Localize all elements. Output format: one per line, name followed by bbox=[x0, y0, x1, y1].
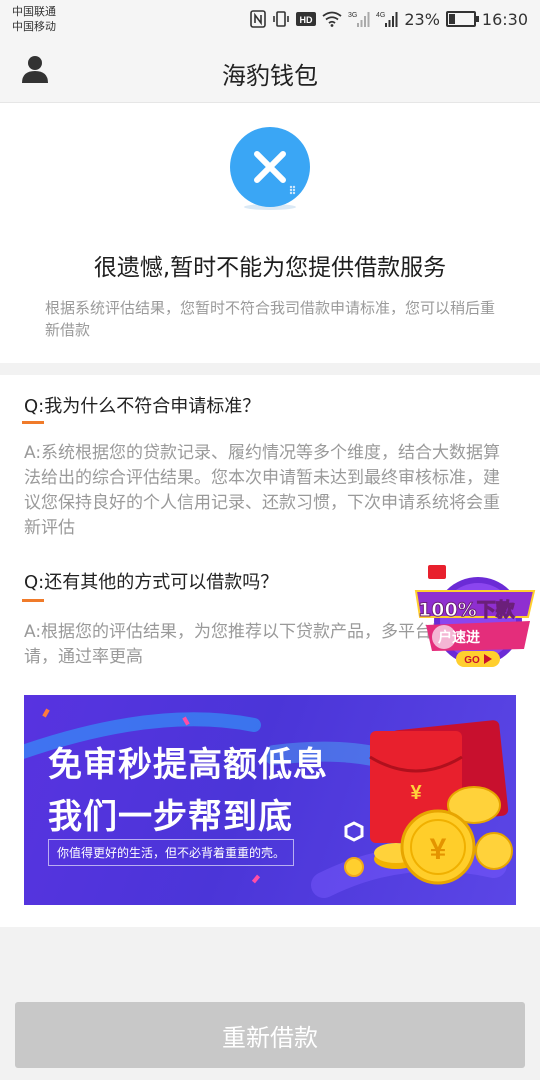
banner-tagline: 你值得更好的生活，但不必背着重重的壳。 bbox=[48, 839, 295, 866]
status-icons: HD 3G 4G 23% 16:30 bbox=[250, 8, 528, 30]
faq-answer-1: A:系统根据您的贷款记录、履约情况等多个维度，结合大数据算法给出的综合评估结果。… bbox=[24, 443, 501, 538]
status-bar: 中国联通 中国移动 HD 3G 4G 23% 16:30 bbox=[0, 0, 540, 40]
badge-headline: 100%下款 bbox=[418, 599, 516, 622]
coin-currency: ¥ bbox=[430, 833, 447, 866]
battery-percent: 23% bbox=[404, 9, 440, 29]
hd-icon: HD bbox=[296, 11, 317, 27]
wifi-icon bbox=[322, 11, 342, 27]
question-accent-bar bbox=[22, 599, 44, 602]
carrier-2: 中国移动 bbox=[12, 20, 56, 33]
app-header: 海豹钱包 bbox=[0, 40, 540, 103]
result-description: 根据系统评估结果，您暂时不符合我司借款申请标准，您可以稍后重新借款 bbox=[45, 299, 496, 339]
download-promo-badge[interactable]: GO 100%下款 户速进 bbox=[414, 565, 536, 677]
badge-go-label: GO bbox=[464, 655, 480, 666]
vibrate-icon bbox=[272, 10, 290, 28]
result-card: 很遗憾,暂时不能为您提供借款服务 根据系统评估结果，您暂时不符合我司借款申请标准… bbox=[0, 103, 540, 363]
faq-question-1: Q:我为什么不符合申请标准？ bbox=[24, 396, 261, 417]
net-4g-label: 4G bbox=[376, 12, 385, 19]
signal-4g-icon: 4G bbox=[376, 10, 398, 28]
banner-headline: 免审秒提高额低息 bbox=[48, 745, 328, 785]
error-x-icon bbox=[228, 127, 312, 211]
loan-promo-banner[interactable]: ¥ ¥ 免审秒提高额低息 我们一步帮到底 你值得更好的生活，但不必背着重重的壳。 bbox=[24, 695, 516, 905]
retry-loan-button[interactable]: 重新借款 bbox=[15, 1002, 525, 1068]
banner-subheadline: 我们一步帮到底 bbox=[48, 797, 293, 837]
question-accent-bar bbox=[22, 421, 44, 424]
badge-subline: 户速进 bbox=[438, 630, 480, 646]
hd-text: HD bbox=[300, 15, 313, 25]
signal-3g-icon: 3G bbox=[348, 10, 370, 28]
bottom-action-bar: 重新借款 bbox=[0, 988, 540, 1080]
battery-icon bbox=[445, 11, 479, 27]
clock: 16:30 bbox=[481, 9, 528, 29]
carrier-1: 中国联通 bbox=[12, 5, 56, 18]
nfc-icon bbox=[250, 10, 267, 28]
result-title: 很遗憾,暂时不能为您提供借款服务 bbox=[93, 255, 447, 281]
envelope-currency: ¥ bbox=[410, 782, 422, 804]
net-3g-label: 3G bbox=[348, 12, 357, 19]
faq-question-2: Q:还有其他的方式可以借款吗？ bbox=[24, 572, 279, 593]
carrier-info: 中国联通 中国移动 bbox=[12, 4, 56, 34]
page-title: 海豹钱包 bbox=[222, 62, 318, 90]
